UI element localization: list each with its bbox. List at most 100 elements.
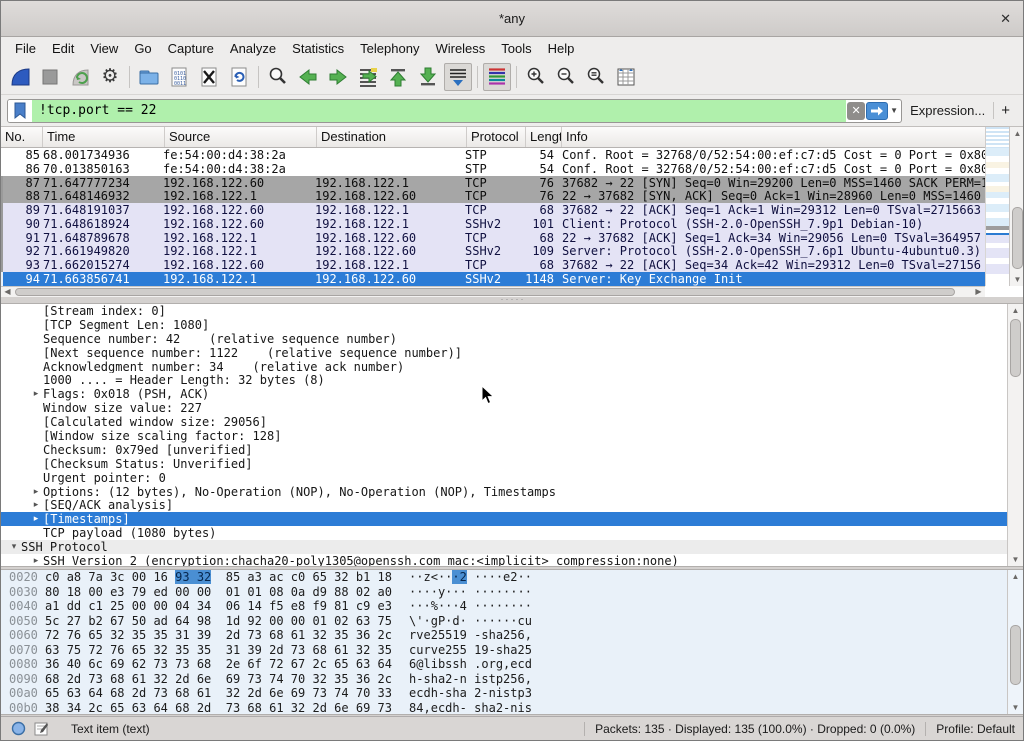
packet-row[interactable]: 8771.647777234192.168.122.60192.168.122.… <box>1 176 985 190</box>
column-header-source[interactable]: Source <box>165 127 317 147</box>
detail-line[interactable]: TCP payload (1080 bytes) <box>1 526 1009 540</box>
expander-closed-icon[interactable]: ▸ <box>29 514 43 524</box>
column-header-time[interactable]: Time <box>43 127 165 147</box>
hex-row[interactable]: 003080 18 00 e3 79 ed 00 00 01 01 08 0a … <box>1 585 1024 600</box>
titlebar[interactable]: *any ✕ <box>1 1 1023 37</box>
hex-row[interactable]: 00a065 63 64 68 2d 73 68 61 32 2d 6e 69 … <box>1 686 1024 701</box>
detail-line[interactable]: Window size value: 227 <box>1 401 1009 415</box>
detail-line[interactable]: ▸Options: (12 bytes), No-Operation (NOP)… <box>1 485 1009 499</box>
start-capture-icon[interactable] <box>6 63 34 91</box>
scroll-up-icon[interactable]: ▲ <box>1010 127 1024 140</box>
auto-scroll-icon[interactable] <box>444 63 472 91</box>
menu-telephony[interactable]: Telephony <box>352 39 427 58</box>
colorize-packets-icon[interactable] <box>483 63 511 91</box>
scroll-right-icon[interactable]: ▶ <box>972 287 985 297</box>
packet-row[interactable]: 9071.648618924192.168.122.60192.168.122.… <box>1 217 985 231</box>
packet-list-hscrollbar[interactable]: ◀ ▶ <box>1 286 985 297</box>
filter-input[interactable]: !tcp.port == 22 <box>32 100 846 122</box>
hex-row[interactable]: 0020c0 a8 7a 3c 00 16 93 32 85 a3 ac c0 … <box>1 570 1024 585</box>
detail-line[interactable]: [Window size scaling factor: 128] <box>1 429 1009 443</box>
expert-info-icon[interactable] <box>11 721 26 736</box>
detail-line[interactable]: Acknowledgment number: 34 (relative ack … <box>1 360 1009 374</box>
scroll-left-icon[interactable]: ◀ <box>1 287 14 297</box>
hex-row[interactable]: 006072 76 65 32 35 35 31 39 2d 73 68 61 … <box>1 628 1024 643</box>
zoom-in-icon[interactable] <box>522 63 550 91</box>
capture-options-icon[interactable]: ⚙ <box>96 63 124 91</box>
detail-line[interactable]: ▸Flags: 0x018 (PSH, ACK) <box>1 387 1009 401</box>
menu-help[interactable]: Help <box>540 39 583 58</box>
details-vscrollbar[interactable]: ▲ ▼ <box>1007 304 1023 566</box>
expander-closed-icon[interactable]: ▸ <box>29 500 43 510</box>
bytes-vscrollbar[interactable]: ▲ ▼ <box>1007 570 1023 714</box>
profile-status[interactable]: Profile: Default <box>936 722 1015 736</box>
packet-row[interactable]: 8871.648146932192.168.122.1192.168.122.6… <box>1 189 985 203</box>
hex-row[interactable]: 009068 2d 73 68 61 32 2d 6e 69 73 74 70 … <box>1 672 1024 687</box>
column-header-no[interactable]: No. <box>1 127 43 147</box>
zoom-out-icon[interactable] <box>552 63 580 91</box>
menu-wireless[interactable]: Wireless <box>427 39 493 58</box>
menu-analyze[interactable]: Analyze <box>222 39 284 58</box>
expander-closed-icon[interactable]: ▸ <box>29 556 43 566</box>
packet-row[interactable]: 9371.662015274192.168.122.60192.168.122.… <box>1 258 985 272</box>
zoom-original-icon[interactable] <box>582 63 610 91</box>
save-file-icon[interactable]: 010101100011 <box>165 63 193 91</box>
scrollbar-thumb[interactable] <box>1010 319 1021 377</box>
column-header-destination[interactable]: Destination <box>317 127 467 147</box>
detail-line[interactable]: [TCP Segment Len: 1080] <box>1 318 1009 332</box>
detail-line[interactable]: ▸SSH Version 2 (encryption:chacha20-poly… <box>1 554 1009 567</box>
detail-line[interactable]: [Calculated window size: 29056] <box>1 415 1009 429</box>
reload-file-icon[interactable] <box>225 63 253 91</box>
menu-go[interactable]: Go <box>126 39 159 58</box>
hex-row[interactable]: 0040a1 dd c1 25 00 00 04 34 06 14 f5 e8 … <box>1 599 1024 614</box>
detail-line[interactable]: Sequence number: 42 (relative sequence n… <box>1 332 1009 346</box>
scrollbar-thumb[interactable] <box>1012 207 1023 269</box>
open-file-icon[interactable] <box>135 63 163 91</box>
resize-columns-icon[interactable] <box>612 63 640 91</box>
menu-view[interactable]: View <box>82 39 126 58</box>
scrollbar-thumb[interactable] <box>1010 625 1021 685</box>
close-file-icon[interactable] <box>195 63 223 91</box>
detail-line[interactable]: ▸[Timestamps] <box>1 512 1009 526</box>
packet-row[interactable]: 9171.648789678192.168.122.1192.168.122.6… <box>1 231 985 245</box>
detail-line[interactable]: [Stream index: 0] <box>1 304 1009 318</box>
menu-statistics[interactable]: Statistics <box>284 39 352 58</box>
scroll-up-icon[interactable]: ▲ <box>1008 570 1023 583</box>
filter-clear-icon[interactable]: ✕ <box>847 102 865 120</box>
column-header-info[interactable]: Info <box>562 127 1024 147</box>
scroll-down-icon[interactable]: ▼ <box>1008 701 1023 714</box>
packet-row[interactable]: 8568.001734936fe:54:00:d4:38:2aSTP54Conf… <box>1 148 985 162</box>
go-to-packet-icon[interactable] <box>354 63 382 91</box>
find-packet-icon[interactable] <box>264 63 292 91</box>
go-back-icon[interactable] <box>294 63 322 91</box>
expander-closed-icon[interactable]: ▸ <box>29 487 43 497</box>
packet-row[interactable]: 8670.013850163fe:54:00:d4:38:2aSTP54Conf… <box>1 162 985 176</box>
detail-line[interactable]: ▾SSH Protocol <box>1 540 1009 554</box>
detail-line[interactable]: [Next sequence number: 1122 (relative se… <box>1 346 1009 360</box>
expander-open-icon[interactable]: ▾ <box>7 542 21 552</box>
expression-button[interactable]: Expression... <box>907 103 988 118</box>
menu-file[interactable]: File <box>7 39 44 58</box>
close-icon[interactable]: ✕ <box>1000 11 1011 27</box>
hex-row[interactable]: 00b038 34 2c 65 63 64 68 2d 73 68 61 32 … <box>1 701 1024 716</box>
filter-history-caret-icon[interactable]: ▼ <box>889 106 901 115</box>
expander-closed-icon[interactable]: ▸ <box>29 389 43 399</box>
column-header-protocol[interactable]: Protocol <box>467 127 526 147</box>
scrollbar-thumb[interactable] <box>15 288 955 296</box>
scroll-up-icon[interactable]: ▲ <box>1008 304 1023 317</box>
capture-comment-icon[interactable] <box>34 721 49 736</box>
packet-row[interactable]: 8971.648191037192.168.122.60192.168.122.… <box>1 203 985 217</box>
restart-capture-icon[interactable] <box>66 63 94 91</box>
menu-tools[interactable]: Tools <box>493 39 539 58</box>
scroll-down-icon[interactable]: ▼ <box>1010 273 1024 286</box>
menu-edit[interactable]: Edit <box>44 39 82 58</box>
add-filter-button[interactable]: + <box>993 102 1017 119</box>
hex-row[interactable]: 007063 75 72 76 65 32 35 35 31 39 2d 73 … <box>1 643 1024 658</box>
detail-line[interactable]: Checksum: 0x79ed [unverified] <box>1 443 1009 457</box>
display-filter-field[interactable]: !tcp.port == 22 ✕ ▼ <box>7 99 902 123</box>
packet-row[interactable]: 9271.661949820192.168.122.1192.168.122.6… <box>1 245 985 259</box>
filter-apply-icon[interactable] <box>866 102 888 120</box>
packet-row[interactable]: 9471.663856741192.168.122.1192.168.122.6… <box>1 272 985 286</box>
filter-bookmark-icon[interactable] <box>8 100 32 122</box>
stop-capture-icon[interactable] <box>36 63 64 91</box>
menu-capture[interactable]: Capture <box>160 39 222 58</box>
